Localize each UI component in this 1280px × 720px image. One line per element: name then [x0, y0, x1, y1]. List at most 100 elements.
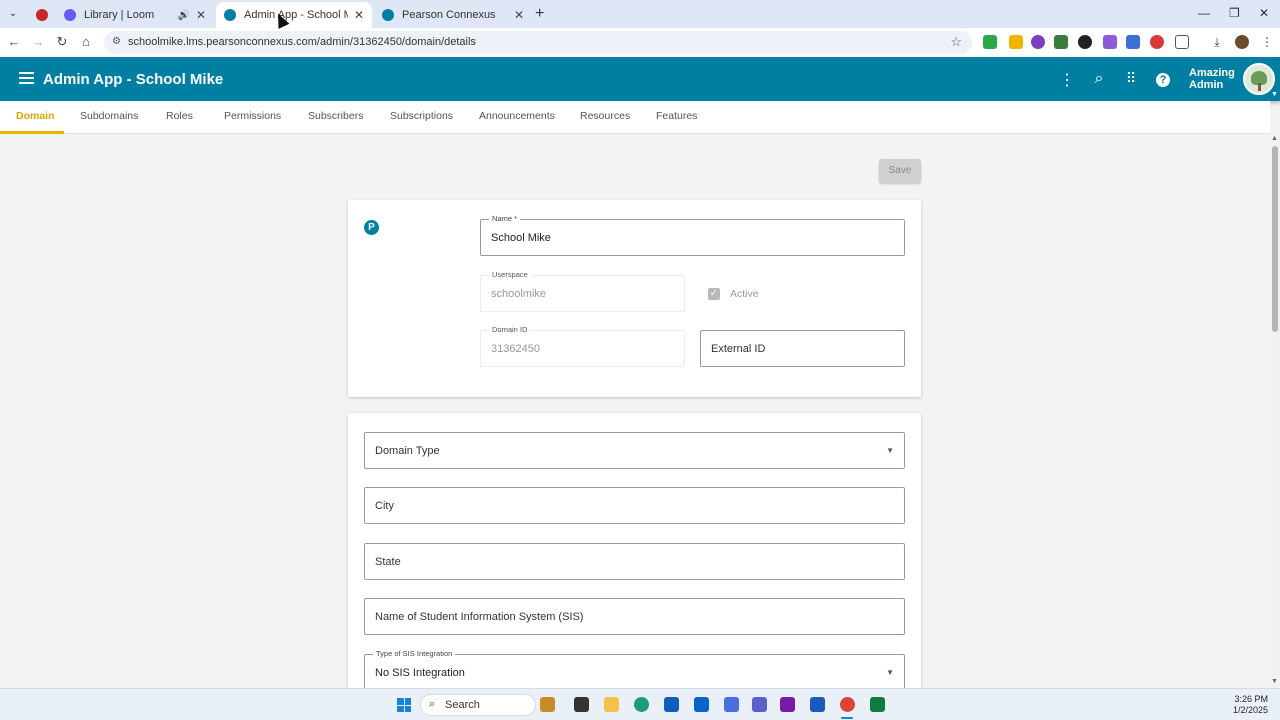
browser-menu-icon[interactable]: ⋮: [1260, 35, 1274, 49]
excel-icon[interactable]: [870, 697, 885, 712]
new-tab-icon[interactable]: +: [535, 5, 544, 23]
tab-subscriptions[interactable]: Subscriptions: [390, 110, 453, 122]
visual-studio-code-icon[interactable]: [664, 697, 679, 712]
domain-id-field: Domain ID 31362450: [480, 325, 685, 367]
profile-avatar-icon[interactable]: [1235, 35, 1249, 49]
windows-taskbar: ⌕ Search 3:26 PM 1/2/2025: [0, 688, 1280, 720]
snipping-tool-icon[interactable]: [724, 697, 739, 712]
scrollbar-thumb[interactable]: [1272, 146, 1278, 332]
active-app-indicator: [841, 717, 853, 719]
hamburger-menu-icon[interactable]: [19, 72, 34, 84]
extension-icon[interactable]: [1009, 35, 1023, 49]
tab-permissions[interactable]: Permissions: [224, 110, 281, 122]
bookmark-star-icon[interactable]: ☆: [950, 34, 962, 50]
extension-icon[interactable]: [1078, 35, 1092, 49]
tab-title: Admin App - School Mike: [244, 9, 348, 21]
url-text[interactable]: schoolmike.lms.pearsonconnexus.com/admin…: [128, 36, 476, 48]
extension-icon[interactable]: [1054, 35, 1068, 49]
reload-icon[interactable]: ↻: [54, 34, 70, 50]
tab-search-chevron-icon[interactable]: ⌄: [4, 6, 22, 22]
main-content: Save P Name * School Mike Userspace scho…: [0, 134, 1270, 688]
home-icon[interactable]: ⌂: [78, 34, 94, 49]
chrome-icon[interactable]: [840, 697, 855, 712]
restore-icon[interactable]: ❐: [1229, 6, 1240, 20]
user-name-first: Amazing: [1189, 67, 1235, 79]
dropdown-arrow-icon: ▼: [886, 668, 894, 677]
extension-icon[interactable]: [1150, 35, 1164, 49]
apps-grid-icon[interactable]: ⠿: [1122, 70, 1140, 87]
scroll-up-arrow-icon[interactable]: ▲: [1271, 135, 1278, 142]
vertical-scrollbar[interactable]: ▲ ▼: [1270, 134, 1280, 688]
search-icon[interactable]: ⌕: [1090, 70, 1108, 88]
user-name[interactable]: Amazing Admin: [1189, 67, 1235, 91]
taskbar-search[interactable]: ⌕ Search: [420, 694, 536, 716]
minimize-icon[interactable]: —: [1198, 6, 1210, 20]
browser-tab-pearson-connexus[interactable]: Pearson Connexus ✕: [374, 2, 532, 28]
word-icon[interactable]: [810, 697, 825, 712]
teams-icon[interactable]: [752, 697, 767, 712]
extension-icon[interactable]: [1126, 35, 1140, 49]
url-bar[interactable]: ⚙ schoolmike.lms.pearsonconnexus.com/adm…: [104, 31, 972, 54]
taskbar-search-label: Search: [445, 699, 480, 711]
save-button[interactable]: Save: [879, 159, 921, 183]
domain-type-select[interactable]: Domain Type ▼: [364, 432, 905, 469]
system-clock[interactable]: 3:26 PM 1/2/2025: [1228, 694, 1268, 716]
extensions-puzzle-icon[interactable]: [1175, 35, 1189, 49]
name-field[interactable]: Name * School Mike: [480, 214, 905, 256]
userspace-field-label: Userspace: [489, 270, 531, 280]
tab-subscribers[interactable]: Subscribers: [308, 110, 363, 122]
user-name-last: Admin: [1189, 79, 1224, 91]
tab-features[interactable]: Features: [656, 110, 697, 122]
pearson-logo-icon: P: [364, 220, 379, 235]
forward-icon[interactable]: →: [30, 34, 46, 49]
pearson-icon: [224, 9, 236, 21]
tab-subdomains[interactable]: Subdomains: [80, 110, 138, 122]
extension-icon[interactable]: [983, 35, 997, 49]
loom-icon: [64, 9, 76, 21]
app-header: Admin App - School Mike ⋮ ⌕ ⠿ ? Amazing …: [0, 57, 1280, 101]
file-explorer-icon[interactable]: [604, 697, 619, 712]
app-title: Admin App - School Mike: [43, 71, 224, 88]
tab-announcements[interactable]: Announcements: [479, 110, 555, 122]
sis-name-field[interactable]: Name of Student Information System (SIS): [364, 598, 905, 635]
more-vert-icon[interactable]: ⋮: [1058, 70, 1076, 90]
briefcase-app-icon[interactable]: [540, 697, 555, 712]
browser-tab-admin-app[interactable]: Admin App - School Mike ✕: [216, 2, 372, 28]
outlook-icon[interactable]: [694, 697, 709, 712]
userspace-field-value: schoolmike: [491, 288, 547, 300]
user-menu-caret-icon[interactable]: ▼: [1271, 91, 1278, 98]
domain-id-field-label: Domain ID: [489, 325, 531, 335]
name-field-value[interactable]: School Mike: [491, 232, 551, 244]
speaker-icon[interactable]: 🔊: [177, 10, 189, 21]
state-field[interactable]: State: [364, 543, 905, 580]
active-checkbox[interactable]: ✓: [708, 288, 720, 300]
close-window-icon[interactable]: ✕: [1259, 6, 1269, 20]
edge-browser-icon[interactable]: [634, 697, 649, 712]
tab-resources[interactable]: Resources: [580, 110, 630, 122]
close-tab-icon[interactable]: ✕: [196, 8, 206, 22]
scroll-down-arrow-icon[interactable]: ▼: [1271, 678, 1278, 685]
tab-domain[interactable]: Domain: [16, 110, 55, 122]
sis-type-value[interactable]: No SIS Integration: [375, 667, 465, 679]
domain-details-card: P Name * School Mike Userspace schoolmik…: [348, 200, 921, 397]
sis-type-select[interactable]: Type of SIS Integration No SIS Integrati…: [364, 649, 905, 688]
downloads-icon[interactable]: ⤓: [1210, 35, 1224, 49]
city-field[interactable]: City: [364, 487, 905, 524]
onenote-icon[interactable]: [780, 697, 795, 712]
extension-icon[interactable]: [1103, 35, 1117, 49]
city-placeholder: City: [375, 500, 394, 512]
browser-tab-recording[interactable]: [28, 2, 54, 28]
help-icon[interactable]: ?: [1154, 70, 1172, 88]
extension-icon[interactable]: [1031, 35, 1045, 49]
task-view-icon[interactable]: [574, 697, 589, 712]
back-icon[interactable]: ←: [6, 34, 22, 49]
close-tab-icon[interactable]: ✕: [354, 8, 364, 22]
external-id-field[interactable]: External ID: [700, 330, 905, 367]
tab-title: Pearson Connexus: [402, 9, 496, 21]
close-tab-icon[interactable]: ✕: [514, 8, 524, 22]
site-info-icon[interactable]: ⚙: [112, 36, 121, 47]
tab-roles[interactable]: Roles: [166, 110, 193, 122]
windows-start-icon[interactable]: [397, 698, 411, 712]
search-icon: ⌕: [429, 698, 436, 710]
browser-tab-loom[interactable]: Library | Loom 🔊 ✕: [56, 2, 214, 28]
